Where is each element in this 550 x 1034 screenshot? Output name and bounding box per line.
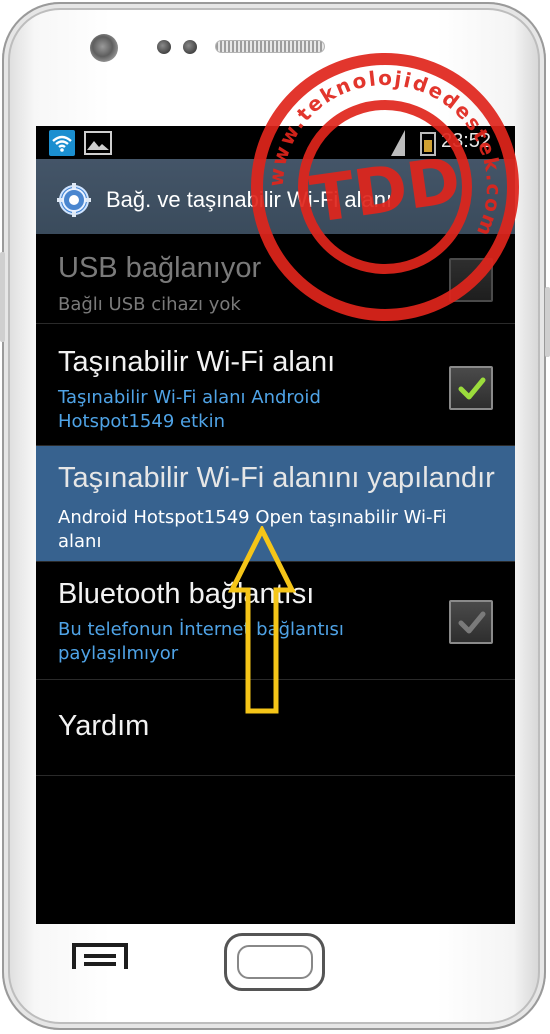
setting-title: Taşınabilir Wi-Fi alanı <box>58 346 336 378</box>
home-button[interactable] <box>224 933 325 991</box>
volume-button[interactable] <box>0 252 5 342</box>
bluetooth-checkbox[interactable] <box>449 600 493 644</box>
light-sensor <box>157 40 171 54</box>
annotation-arrow-icon <box>228 526 296 714</box>
stamp-logo-text: TDD <box>306 144 465 238</box>
setting-title: Yardım <box>58 710 150 742</box>
setting-summary: Taşınabilir Wi-Fi alanı Android Hotspot1… <box>58 387 321 432</box>
image-icon <box>84 131 112 155</box>
menu-key-icon[interactable] <box>72 943 128 969</box>
tdd-watermark-stamp: www.teknolojidedestek.com TDD <box>251 53 519 321</box>
setting-portable-hotspot[interactable]: Taşınabilir Wi-Fi alanı Taşınabilir Wi-F… <box>36 324 515 446</box>
home-button-inner <box>237 945 313 979</box>
checkmark-icon <box>458 377 486 400</box>
front-camera <box>90 34 118 62</box>
hotspot-checkbox[interactable] <box>449 366 493 410</box>
setting-title: USB bağlanıyor <box>58 252 262 284</box>
wifi-icon <box>49 130 75 156</box>
gear-icon <box>56 182 92 218</box>
setting-title: Taşınabilir Wi-Fi alanını yapılandır <box>58 462 495 494</box>
checkmark-icon <box>458 611 486 634</box>
proximity-sensor <box>183 40 197 54</box>
power-button[interactable] <box>545 287 550 357</box>
